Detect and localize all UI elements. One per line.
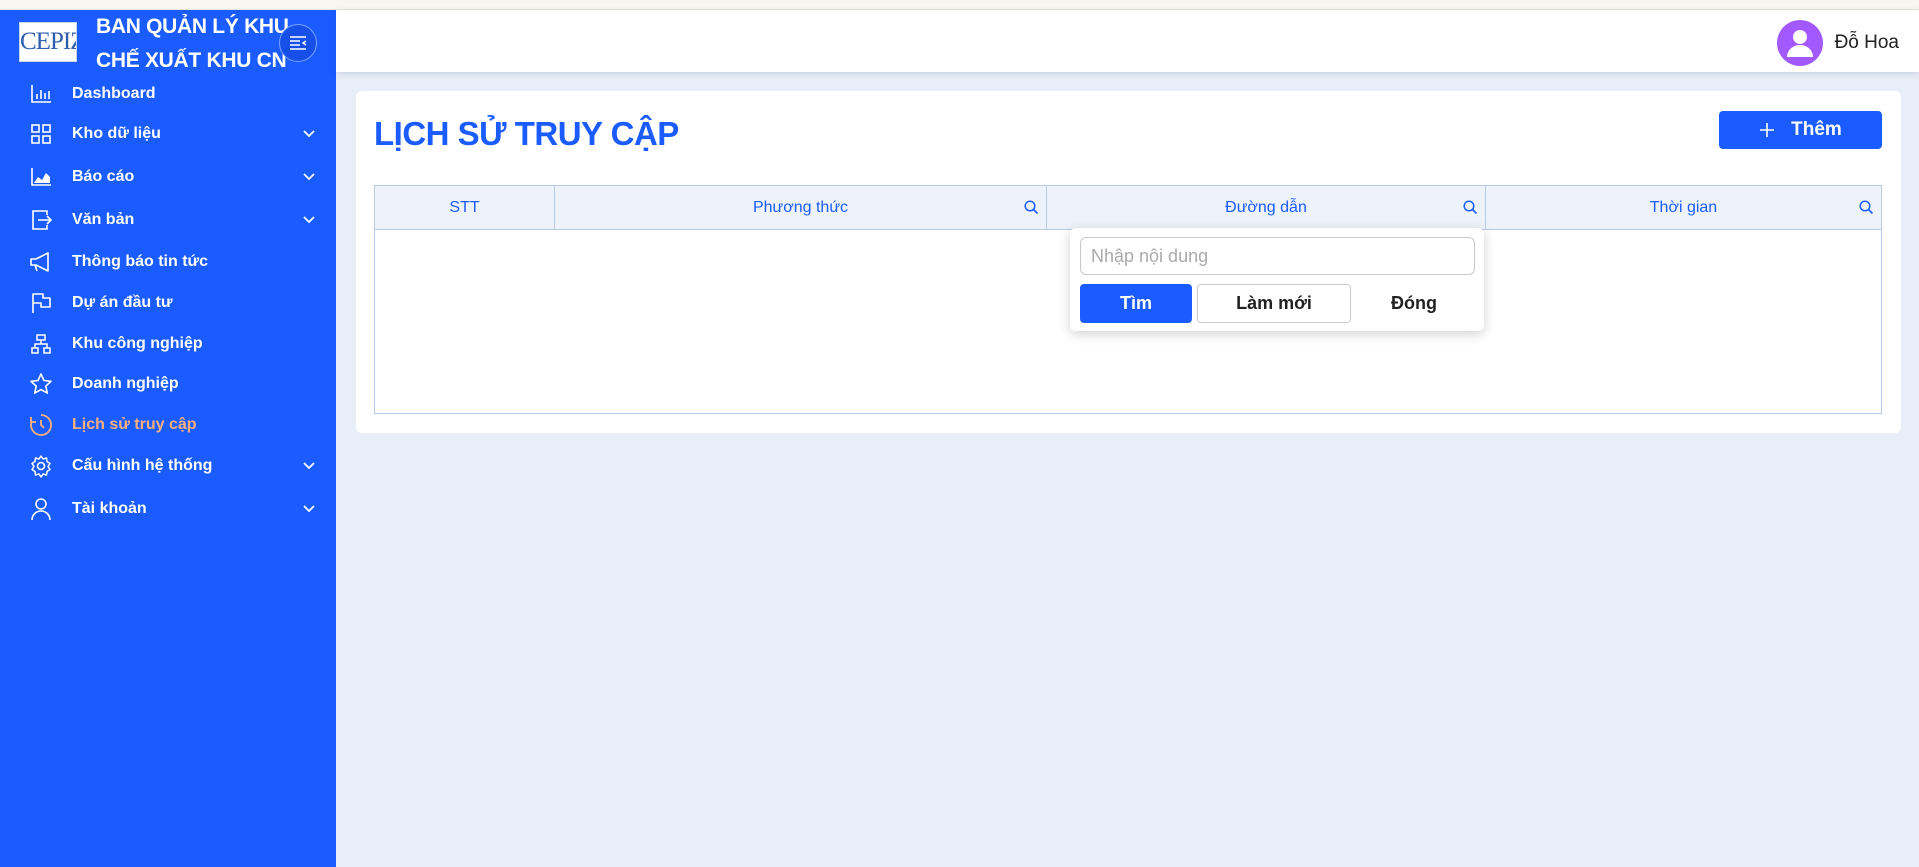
- brand-title-line1: BAN QUẢN LÝ KHU: [96, 15, 289, 38]
- star-icon: [28, 371, 54, 397]
- bar-chart-icon: [28, 81, 54, 107]
- column-header-phuong-thuc: Phương thức: [555, 186, 1047, 229]
- sidebar-item-label: Khu công nghiệp: [72, 335, 203, 352]
- table-header: STT Phương thức Đường dẫn Thời gian: [375, 186, 1881, 230]
- sidebar-item-label: Doanh nghiệp: [72, 375, 179, 392]
- sidebar-item-du-an-dau-tu[interactable]: Dự án đầu tư: [0, 285, 336, 321]
- top-header: Đỗ Hoa: [336, 10, 1919, 72]
- chevron-down-icon: [302, 502, 316, 516]
- sidebar-item-label: Lịch sử truy cập: [72, 416, 197, 433]
- sidebar-item-label: Tài khoản: [72, 500, 147, 517]
- page-title: LỊCH SỬ TRUY CẬP: [374, 115, 679, 152]
- sidebar-item-tai-khoan[interactable]: Tài khoản: [0, 491, 336, 527]
- document-export-icon: [28, 207, 54, 233]
- sidebar-item-thong-bao-tin-tuc[interactable]: Thông báo tin tức: [0, 244, 336, 280]
- column-filter-popup: Tìm Làm mới Đóng: [1070, 228, 1484, 331]
- cluster-icon: [28, 331, 54, 357]
- user-menu[interactable]: Đỗ Hoa: [1776, 20, 1899, 66]
- sidebar-item-label: Dashboard: [72, 85, 156, 102]
- column-header-label: Phương thức: [752, 198, 849, 216]
- chevron-down-icon: [302, 170, 316, 184]
- sidebar-item-label: Kho dữ liệu: [72, 125, 161, 142]
- add-button[interactable]: Thêm: [1719, 111, 1882, 149]
- sidebar-item-doanh-nghiep[interactable]: Doanh nghiệp: [0, 366, 336, 402]
- filter-search-button[interactable]: Tìm: [1080, 284, 1192, 323]
- sidebar-item-label: Văn bản: [72, 211, 135, 228]
- sidebar-item-label: Thông báo tin tức: [72, 253, 209, 270]
- filter-close-button[interactable]: Đóng: [1354, 284, 1474, 323]
- chevron-down-icon: [302, 127, 316, 141]
- search-icon[interactable]: [1022, 198, 1040, 216]
- avatar: [1776, 20, 1823, 66]
- sidebar-item-van-ban[interactable]: Văn bản: [0, 202, 336, 238]
- chevron-down-icon: [302, 459, 316, 473]
- sidebar-item-label: Cấu hình hệ thống: [72, 457, 213, 474]
- filter-reset-button[interactable]: Làm mới: [1197, 284, 1351, 323]
- menu-toggle-button[interactable]: [279, 24, 317, 62]
- gear-icon: [28, 453, 54, 479]
- area-chart-icon: [28, 164, 54, 190]
- sidebar-item-bao-cao[interactable]: Báo cáo: [0, 159, 336, 195]
- history-icon: [28, 412, 54, 438]
- browser-top-strip: [0, 0, 1919, 10]
- brand-title-line2: CHẾ XUẤT KHU CN: [96, 49, 287, 72]
- filter-input[interactable]: [1080, 237, 1475, 275]
- column-header-duong-dan: Đường dẫn: [1047, 186, 1486, 229]
- sidebar-item-lich-su-truy-cap[interactable]: Lịch sử truy cập: [0, 407, 336, 443]
- add-button-label: Thêm: [1791, 119, 1842, 140]
- user-icon: [28, 496, 54, 522]
- flag-icon: [28, 290, 54, 316]
- plus-icon: [1759, 122, 1775, 138]
- sidebar-item-cau-hinh-he-thong[interactable]: Cấu hình hệ thống: [0, 448, 336, 484]
- sidebar-item-kho-du-lieu[interactable]: Kho dữ liệu: [0, 116, 336, 152]
- chevron-down-icon: [302, 213, 316, 227]
- search-icon[interactable]: [1461, 198, 1479, 216]
- column-header-label: STT: [449, 198, 480, 216]
- brand-title: BAN QUẢN LÝ KHU CHẾ XUẤT KHU CN: [96, 10, 296, 78]
- search-icon[interactable]: [1857, 198, 1875, 216]
- sidebar: CEPIZA BAN QUẢN LÝ KHU CHẾ XUẤT KHU CN D…: [0, 10, 336, 867]
- sidebar-item-label: Dự án đầu tư: [72, 294, 173, 311]
- sidebar-item-label: Báo cáo: [72, 168, 135, 185]
- menu-collapse-icon: [290, 36, 307, 50]
- user-name: Đỗ Hoa: [1834, 32, 1899, 53]
- column-header-label: Thời gian: [1649, 198, 1718, 216]
- sidebar-item-dashboard[interactable]: Dashboard: [0, 76, 336, 112]
- logo: CEPIZA: [19, 22, 77, 62]
- user-avatar-icon: [1786, 30, 1813, 57]
- brand: CEPIZA BAN QUẢN LÝ KHU CHẾ XUẤT KHU CN: [0, 10, 336, 80]
- column-header-thoi-gian: Thời gian: [1486, 186, 1881, 229]
- grid-icon: [28, 121, 54, 147]
- megaphone-icon: [28, 249, 54, 275]
- column-header-stt: STT: [375, 186, 555, 229]
- sidebar-item-khu-cong-nghiep[interactable]: Khu công nghiệp: [0, 326, 336, 362]
- column-header-label: Đường dẫn: [1225, 198, 1307, 216]
